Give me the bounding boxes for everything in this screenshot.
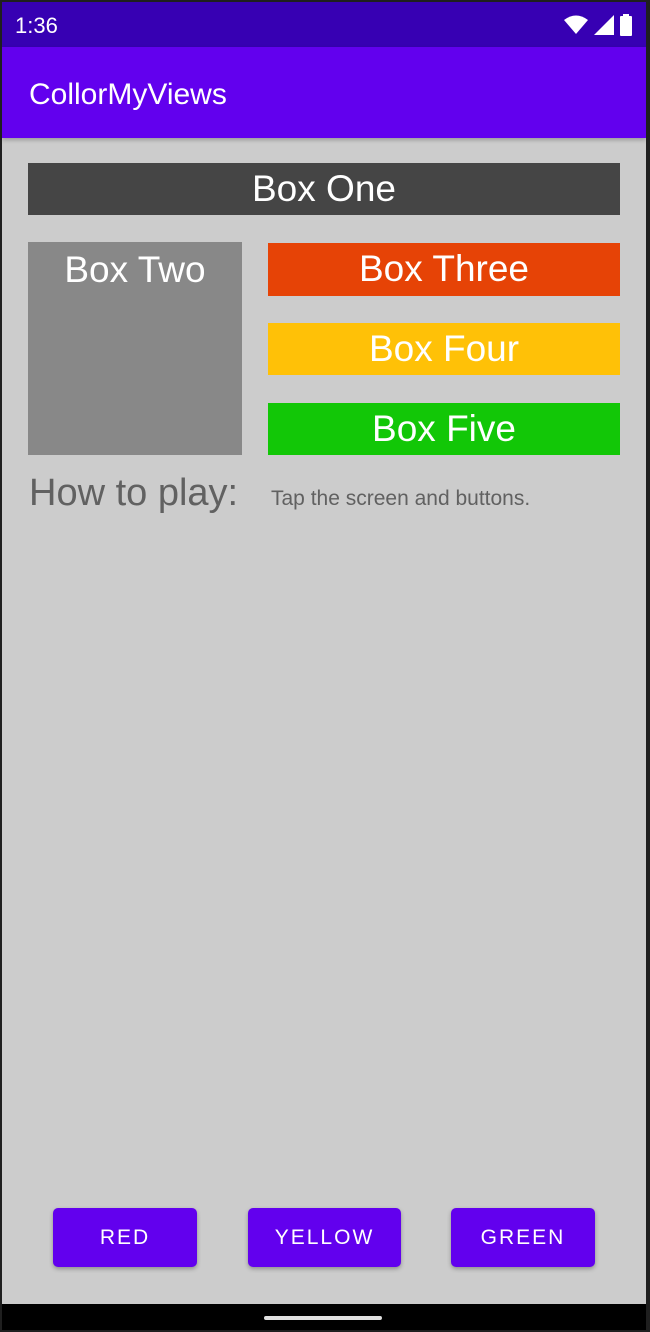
box-two[interactable]: Box Two [28,242,242,455]
status-bar: 1:36 [2,2,646,47]
box-four[interactable]: Box Four [268,323,620,375]
wifi-icon [564,15,588,34]
screen[interactable]: 1:36 CollorMyViews Box One Box Two Box T… [2,2,646,1330]
status-icons [564,14,632,36]
how-to-play-text: Tap the screen and buttons. [271,487,531,510]
yellow-button[interactable]: YELLOW [248,1208,401,1267]
app-bar: CollorMyViews [2,47,646,138]
green-button[interactable]: GREEN [451,1208,595,1267]
box-five[interactable]: Box Five [268,403,620,455]
home-handle[interactable] [264,1316,382,1320]
box-one[interactable]: Box One [28,163,620,215]
how-to-play-label: How to play: [29,472,239,514]
navigation-bar [2,1304,646,1330]
battery-icon [620,14,632,36]
status-time: 1:36 [15,13,58,38]
cell-signal-icon [594,15,614,35]
red-button[interactable]: RED [53,1208,197,1267]
box-three[interactable]: Box Three [268,243,620,296]
app-title: CollorMyViews [29,78,227,111]
